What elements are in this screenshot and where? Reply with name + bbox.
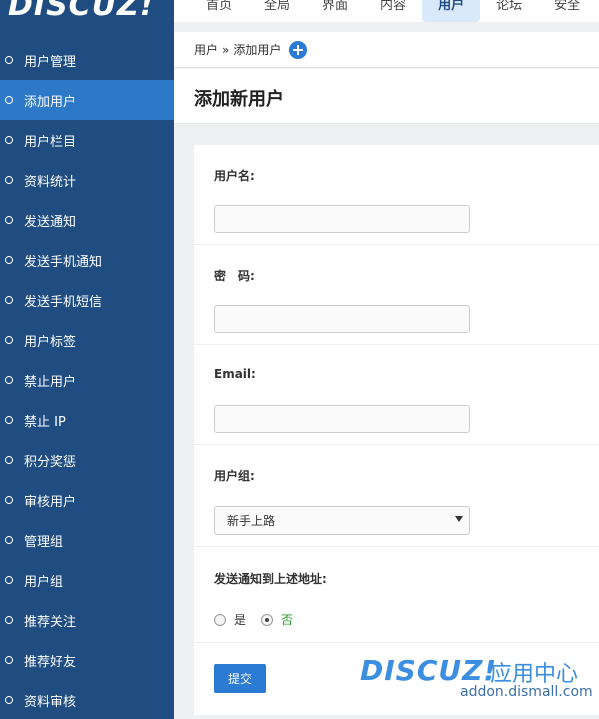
- sidebar-item-label: 用户组: [24, 574, 64, 590]
- sidebar-item-recommend-friends[interactable]: 推荐好友: [0, 640, 174, 680]
- notify-label: 发送通知到上述地址:: [214, 572, 327, 586]
- bullet-icon: [5, 496, 13, 504]
- bullet-icon: [5, 256, 13, 264]
- sidebar-item-stats[interactable]: 资料统计: [0, 160, 174, 200]
- page-title: 添加新用户: [194, 89, 284, 110]
- sidebar-item-send-notice[interactable]: 发送通知: [0, 200, 174, 240]
- plus-icon[interactable]: [289, 40, 308, 59]
- sidebar-item-user-manage[interactable]: 用户管理: [0, 40, 174, 80]
- bullet-icon: [5, 296, 13, 304]
- logo[interactable]: DISCUZ!: [0, 0, 174, 22]
- sidebar-item-sms[interactable]: 发送手机短信: [0, 280, 174, 320]
- bullet-icon: [5, 616, 13, 624]
- top-bar: DISCUZ! 首页 全局 界面 内容 用户 论坛 安全: [0, 0, 599, 22]
- sidebar-item-label: 用户栏目: [24, 134, 77, 150]
- sidebar-item-label: 管理组: [24, 534, 64, 550]
- sidebar-item-user-group[interactable]: 用户组: [0, 560, 174, 600]
- notify-no-label[interactable]: 否: [281, 611, 293, 628]
- sidebar-item-label: 审核用户: [24, 494, 77, 510]
- password-input[interactable]: [214, 305, 470, 333]
- bullet-icon: [5, 136, 13, 144]
- sidebar-item-ban-user[interactable]: 禁止用户: [0, 360, 174, 400]
- title-bar: 添加新用户: [174, 69, 599, 124]
- sidebar-item-label: 资料审核: [24, 694, 77, 710]
- notify-radio-group: 是 否: [214, 611, 293, 628]
- sidebar-item-credits[interactable]: 积分奖惩: [0, 440, 174, 480]
- sidebar-item-recommend-follow[interactable]: 推荐关注: [0, 600, 174, 640]
- sidebar-item-label: 禁止用户: [24, 374, 77, 390]
- watermark-url: addon.dismall.com: [460, 684, 593, 700]
- username-input[interactable]: [214, 205, 470, 233]
- bullet-icon: [5, 456, 13, 464]
- sidebar-item-label: 发送手机通知: [24, 254, 103, 270]
- bullet-icon: [5, 376, 13, 384]
- bullet-icon: [5, 416, 13, 424]
- sidebar-item-admin-group[interactable]: 管理组: [0, 520, 174, 560]
- nav-item-home[interactable]: 首页: [190, 0, 248, 22]
- sidebar-item-label: 发送通知: [24, 214, 77, 230]
- submit-button[interactable]: 提交: [214, 664, 266, 693]
- bullet-icon: [5, 176, 13, 184]
- watermark: DISCUZ! 应用中心 addon.dismall.com: [300, 654, 599, 714]
- add-user-form: 用户名: 密 码: Email: 用户组: 新手上路 发送通知到上述地址: 是 …: [194, 145, 599, 715]
- sidebar-item-label: 推荐好友: [24, 654, 77, 670]
- notify-yes-radio[interactable]: [214, 613, 226, 626]
- group-select[interactable]: 新手上路: [214, 506, 470, 535]
- sidebar-item-add-user[interactable]: 添加用户: [0, 80, 174, 120]
- username-row: 用户名:: [194, 145, 599, 245]
- email-label: Email:: [214, 367, 256, 381]
- nav-item-security[interactable]: 安全: [538, 0, 596, 22]
- sidebar-item-label: 用户管理: [24, 54, 77, 70]
- email-input[interactable]: [214, 405, 470, 433]
- sidebar-item-label: 禁止 IP: [24, 414, 66, 430]
- nav-item-interface[interactable]: 界面: [306, 0, 364, 22]
- sidebar: 用户管理 添加用户 用户栏目 资料统计 发送通知 发送手机通知 发送手机短信 用…: [0, 22, 174, 719]
- bullet-icon: [5, 536, 13, 544]
- breadcrumb-current: 添加用户: [233, 43, 282, 57]
- breadcrumb-separator: »: [222, 42, 230, 57]
- bullet-icon: [5, 696, 13, 704]
- sidebar-item-moderate-users[interactable]: 审核用户: [0, 480, 174, 520]
- sidebar-item-label: 用户标签: [24, 334, 77, 350]
- breadcrumb: 用户 » 添加用户: [174, 32, 599, 68]
- sidebar-item-label: 积分奖惩: [24, 454, 77, 470]
- logo-text: DISCUZ!: [8, 0, 155, 22]
- bullet-icon: [5, 576, 13, 584]
- sidebar-item-user-columns[interactable]: 用户栏目: [0, 120, 174, 160]
- top-nav: 首页 全局 界面 内容 用户 论坛 安全: [190, 0, 596, 22]
- group-select-value: 新手上路: [227, 514, 276, 528]
- bullet-icon: [5, 656, 13, 664]
- sidebar-item-label: 推荐关注: [24, 614, 77, 630]
- bullet-icon: [5, 216, 13, 224]
- sidebar-item-label: 添加用户: [24, 94, 77, 110]
- nav-item-global[interactable]: 全局: [248, 0, 306, 22]
- nav-item-forum[interactable]: 论坛: [480, 0, 538, 22]
- sidebar-item-profile-review[interactable]: 资料审核: [0, 680, 174, 719]
- sidebar-item-label: 发送手机短信: [24, 294, 103, 310]
- nav-item-user[interactable]: 用户: [422, 0, 481, 22]
- sidebar-item-mobile-notice[interactable]: 发送手机通知: [0, 240, 174, 280]
- notify-no-radio[interactable]: [261, 613, 274, 626]
- group-label: 用户组:: [214, 469, 255, 483]
- group-row: 用户组: 新手上路: [194, 445, 599, 547]
- main-content: 用户 » 添加用户 添加新用户 用户名: 密 码: Email: 用户组: 新手…: [174, 22, 599, 719]
- sidebar-item-ban-ip[interactable]: 禁止 IP: [0, 400, 174, 440]
- username-label: 用户名:: [214, 169, 255, 183]
- notify-yes-label[interactable]: 是: [234, 611, 246, 628]
- watermark-brand: DISCUZ!: [360, 654, 498, 687]
- notify-row: 发送通知到上述地址: 是 否: [194, 547, 599, 643]
- sidebar-item-user-tags[interactable]: 用户标签: [0, 320, 174, 360]
- bullet-icon: [5, 56, 13, 64]
- password-row: 密 码:: [194, 245, 599, 345]
- sidebar-item-label: 资料统计: [24, 174, 77, 190]
- chevron-down-icon: [455, 516, 463, 522]
- email-row: Email:: [194, 345, 599, 445]
- password-label: 密 码:: [214, 269, 255, 283]
- bullet-icon: [5, 96, 13, 104]
- bullet-icon: [5, 336, 13, 344]
- nav-item-content[interactable]: 内容: [364, 0, 422, 22]
- breadcrumb-parent[interactable]: 用户: [194, 41, 218, 58]
